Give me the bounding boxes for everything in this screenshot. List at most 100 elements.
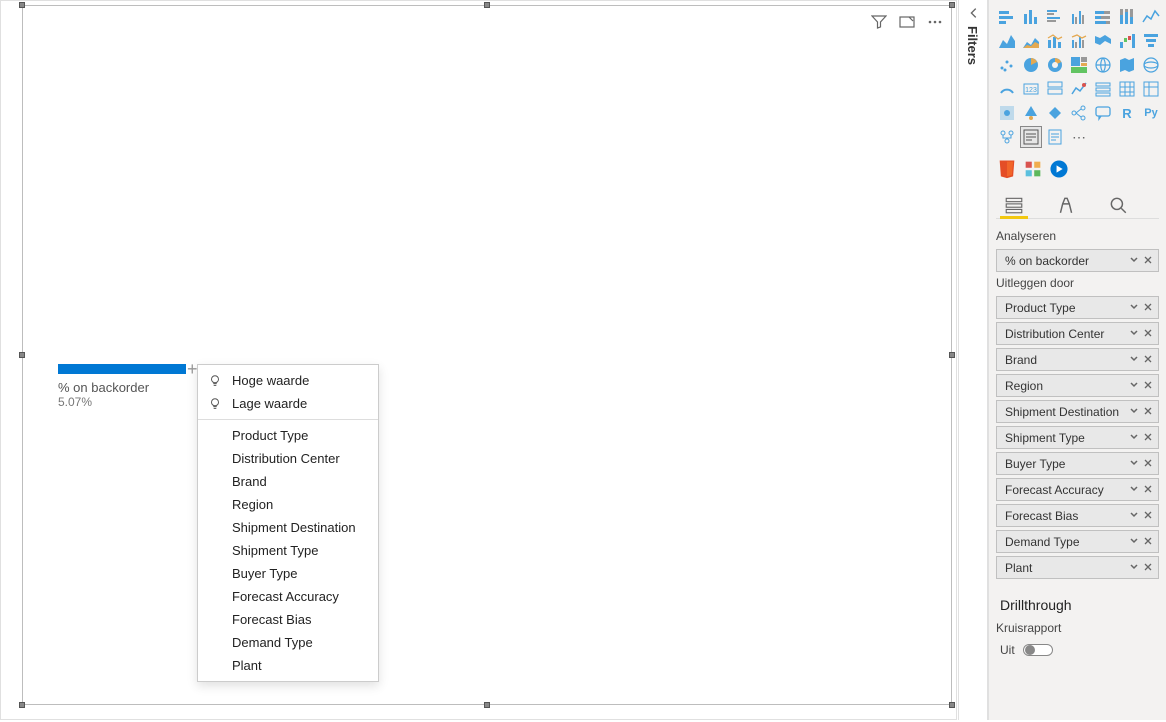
resize-handle[interactable] — [949, 352, 955, 358]
resize-handle[interactable] — [484, 702, 490, 708]
explain-field-well[interactable]: Forecast Bias — [996, 504, 1159, 527]
chevron-down-icon[interactable] — [1127, 483, 1141, 497]
chevron-down-icon[interactable] — [1127, 327, 1141, 341]
remove-field-icon[interactable] — [1141, 561, 1155, 575]
line-clustered-column-icon[interactable] — [1068, 30, 1090, 52]
python-visual-icon[interactable]: Py — [1140, 102, 1162, 124]
chevron-down-icon[interactable] — [1127, 353, 1141, 367]
chevron-down-icon[interactable] — [1127, 405, 1141, 419]
menu-item-field[interactable]: Plant — [198, 654, 378, 677]
menu-item-field[interactable]: Brand — [198, 470, 378, 493]
focus-mode-icon[interactable] — [899, 14, 915, 33]
treemap-icon[interactable] — [1068, 54, 1090, 76]
explain-field-well[interactable]: Shipment Type — [996, 426, 1159, 449]
expand-filters-icon[interactable] — [967, 6, 981, 23]
area-chart-icon[interactable] — [996, 30, 1018, 52]
chevron-down-icon[interactable] — [1127, 535, 1141, 549]
hundred-stacked-column-icon[interactable] — [1116, 6, 1138, 28]
menu-item-field[interactable]: Forecast Accuracy — [198, 585, 378, 608]
explain-field-well[interactable]: Plant — [996, 556, 1159, 579]
menu-item-field[interactable]: Buyer Type — [198, 562, 378, 585]
shape-map-icon[interactable] — [1140, 54, 1162, 76]
resize-handle[interactable] — [19, 2, 25, 8]
remove-field-icon[interactable] — [1141, 379, 1155, 393]
menu-item-high-value[interactable]: Hoge waarde — [198, 369, 378, 392]
qa-icon[interactable] — [1092, 102, 1114, 124]
chevron-down-icon[interactable] — [1127, 254, 1141, 268]
remove-field-icon[interactable] — [1141, 483, 1155, 497]
resize-handle[interactable] — [949, 702, 955, 708]
chevron-down-icon[interactable] — [1127, 457, 1141, 471]
remove-field-icon[interactable] — [1141, 535, 1155, 549]
stacked-column-chart-icon[interactable] — [1020, 6, 1042, 28]
remove-field-icon[interactable] — [1141, 509, 1155, 523]
kpi-icon[interactable] — [1068, 78, 1090, 100]
donut-chart-icon[interactable] — [1044, 54, 1066, 76]
visual-frame[interactable]: + % on backorder 5.07% Hoge waarde Lage … — [22, 5, 952, 705]
gauge-icon[interactable] — [996, 78, 1018, 100]
stacked-area-chart-icon[interactable] — [1020, 30, 1042, 52]
chevron-down-icon[interactable] — [1127, 379, 1141, 393]
clustered-bar-chart-icon[interactable] — [1044, 6, 1066, 28]
key-influencers-icon[interactable] — [996, 126, 1018, 148]
analytics-tab[interactable] — [1106, 192, 1130, 218]
explain-field-well[interactable]: Buyer Type — [996, 452, 1159, 475]
chevron-down-icon[interactable] — [1127, 301, 1141, 315]
stacked-bar-chart-icon[interactable] — [996, 6, 1018, 28]
menu-item-field[interactable]: Distribution Center — [198, 447, 378, 470]
menu-item-field[interactable]: Region — [198, 493, 378, 516]
menu-item-field[interactable]: Shipment Type — [198, 539, 378, 562]
analyze-field-well[interactable]: % on backorder — [996, 249, 1159, 272]
remove-field-icon[interactable] — [1141, 254, 1155, 268]
get-more-visuals-icon[interactable]: ⋯ — [1068, 126, 1090, 148]
paginated-report-icon[interactable] — [1044, 126, 1066, 148]
grid-visual-icon[interactable] — [1022, 158, 1044, 180]
multi-row-card-icon[interactable] — [1044, 78, 1066, 100]
line-stacked-column-icon[interactable] — [1044, 30, 1066, 52]
remove-field-icon[interactable] — [1141, 431, 1155, 445]
slicer-icon[interactable] — [1092, 78, 1114, 100]
line-chart-icon[interactable] — [1140, 6, 1162, 28]
r-visual-icon[interactable]: R — [1116, 102, 1138, 124]
chevron-down-icon[interactable] — [1127, 509, 1141, 523]
explain-field-well[interactable]: Distribution Center — [996, 322, 1159, 345]
explain-field-well[interactable]: Product Type — [996, 296, 1159, 319]
resize-handle[interactable] — [19, 702, 25, 708]
ribbon-chart-icon[interactable] — [1092, 30, 1114, 52]
funnel-chart-icon[interactable] — [1140, 30, 1162, 52]
filters-pane-collapsed[interactable]: Filters — [958, 0, 988, 720]
resize-handle[interactable] — [19, 352, 25, 358]
filter-icon[interactable] — [871, 14, 887, 33]
more-options-icon[interactable] — [927, 14, 943, 33]
format-tab[interactable] — [1054, 192, 1078, 218]
explain-field-well[interactable]: Shipment Destination — [996, 400, 1159, 423]
pie-chart-icon[interactable] — [1020, 54, 1042, 76]
remove-field-icon[interactable] — [1141, 405, 1155, 419]
table-icon[interactable] — [1116, 78, 1138, 100]
explain-field-well[interactable]: Region — [996, 374, 1159, 397]
arcgis-map-icon[interactable] — [1020, 102, 1042, 124]
play-axis-icon[interactable] — [1048, 158, 1070, 180]
chevron-down-icon[interactable] — [1127, 431, 1141, 445]
remove-field-icon[interactable] — [1141, 327, 1155, 341]
card-icon[interactable]: 123 — [1020, 78, 1042, 100]
map-icon[interactable] — [1092, 54, 1114, 76]
decomposition-tree-icon[interactable] — [1068, 102, 1090, 124]
scatter-chart-icon[interactable] — [996, 54, 1018, 76]
cross-report-toggle[interactable] — [1023, 644, 1053, 656]
remove-field-icon[interactable] — [1141, 457, 1155, 471]
matrix-icon[interactable] — [1140, 78, 1162, 100]
html5-visual-icon[interactable] — [996, 158, 1018, 180]
explain-field-well[interactable]: Demand Type — [996, 530, 1159, 553]
azure-map-icon[interactable] — [996, 102, 1018, 124]
menu-item-field[interactable]: Shipment Destination — [198, 516, 378, 539]
menu-item-low-value[interactable]: Lage waarde — [198, 392, 378, 415]
hundred-stacked-bar-icon[interactable] — [1092, 6, 1114, 28]
remove-field-icon[interactable] — [1141, 353, 1155, 367]
fields-tab[interactable] — [1002, 192, 1026, 218]
menu-item-field[interactable]: Demand Type — [198, 631, 378, 654]
resize-handle[interactable] — [949, 2, 955, 8]
explain-field-well[interactable]: Forecast Accuracy — [996, 478, 1159, 501]
bar-expand-icon[interactable]: + — [187, 360, 198, 378]
chevron-down-icon[interactable] — [1127, 561, 1141, 575]
